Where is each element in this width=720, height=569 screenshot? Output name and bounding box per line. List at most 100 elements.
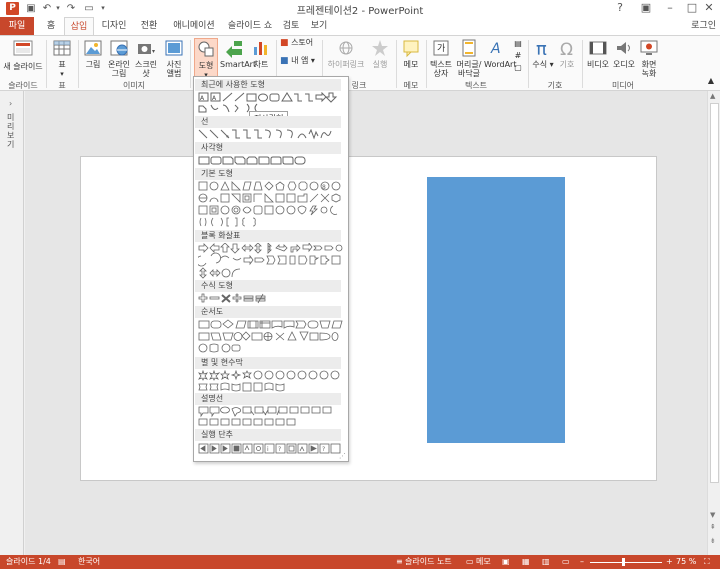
normal-view-icon[interactable]: ▣ (502, 555, 510, 569)
photo-album-label: 사진 앨범 (166, 60, 182, 78)
slide-sorter-icon[interactable]: ▦ (522, 555, 530, 569)
svg-text:?: ? (278, 446, 281, 453)
chart-label: 차트 (253, 60, 269, 69)
comment-label: 메모 (403, 60, 419, 69)
tab-file[interactable]: 파일 (0, 17, 34, 35)
slideshow-icon[interactable]: ▭ (562, 555, 570, 569)
new-slide-button[interactable]: 새 슬라이드 (3, 38, 43, 71)
comment-button[interactable]: 메모 (400, 38, 422, 69)
equation-button[interactable]: π 수식 ▾ (532, 38, 554, 69)
store-button[interactable]: ■ 스토어 (280, 38, 318, 48)
tab-slideshow[interactable]: 슬라이드 쇼 (224, 17, 276, 35)
tab-home[interactable]: 홈 (38, 17, 64, 35)
smartart-button[interactable]: SmartArt (220, 38, 256, 69)
stars-banners-grid[interactable] (198, 370, 344, 392)
screenshot-button[interactable]: ▾ 스크린샷 (134, 38, 158, 78)
basic-shapes-grid[interactable]: 8 (198, 181, 344, 229)
block-arrows-grid[interactable] (198, 243, 344, 279)
equation-shapes-row[interactable] (198, 293, 344, 304)
tab-review[interactable]: 검토 (278, 17, 304, 35)
language-indicator[interactable]: 한국어 (78, 555, 100, 569)
audio-label: 오디오 (612, 60, 636, 69)
table-button[interactable]: 표 ▾ (50, 38, 74, 79)
prev-slide-icon[interactable]: ⇞ (710, 523, 716, 531)
group-label-symbols: 기호 (547, 81, 563, 90)
lines-row[interactable] (198, 129, 344, 140)
collapse-ribbon-icon[interactable]: ▲ (706, 76, 716, 85)
scroll-down-icon[interactable]: ▼ (710, 511, 715, 519)
section-flowchart: 순서도 (195, 306, 341, 318)
tab-insert[interactable]: 삽입 (64, 17, 94, 36)
action-button[interactable]: 실행 (368, 38, 392, 69)
reading-view-icon[interactable]: ▥ (542, 555, 550, 569)
audio-button[interactable]: 오디오 (612, 38, 636, 69)
action-buttons-row[interactable]: i ? ? (198, 443, 344, 454)
recent-shapes-row[interactable]: A A (198, 92, 344, 103)
chart-button[interactable]: 차트 (250, 38, 272, 69)
hyperlink-button[interactable]: 하이퍼링크 (326, 38, 366, 69)
video-button[interactable]: 비디오 (586, 38, 610, 69)
photo-album-button[interactable]: 사진 앨범 (162, 38, 186, 78)
group-label-text: 텍스트 (464, 81, 488, 90)
tab-design[interactable]: 디자인 (96, 17, 132, 35)
callouts-grid[interactable] (198, 406, 344, 428)
zoom-level[interactable]: 75 % (676, 555, 696, 569)
my-apps-button[interactable]: ■ 내 앱 ▾ (280, 56, 318, 66)
online-picture-button[interactable]: 온라인 그림 (106, 38, 132, 78)
group-separator (396, 40, 397, 88)
new-slide-label: 새 슬라이드 (3, 62, 43, 71)
tab-animations[interactable]: 애니메이션 (166, 17, 222, 35)
vertical-scrollbar[interactable]: ▲ ▼ ⇞ ⇟ (707, 91, 720, 555)
zoom-in-icon[interactable]: + (666, 555, 673, 569)
scroll-up-icon[interactable]: ▲ (710, 92, 715, 100)
slide-editor (25, 91, 707, 555)
video-label: 비디오 (586, 60, 610, 69)
gallery-resize-grip[interactable]: ⋰ (339, 452, 346, 460)
my-apps-icon: ■ (280, 56, 289, 66)
expand-pane-icon[interactable]: › (9, 99, 12, 108)
fit-slide-icon[interactable]: ⛶ (704, 555, 710, 569)
wordart-button[interactable]: A WordArt (484, 38, 516, 69)
text-more-button[interactable]: ▤ # ▢ (512, 38, 524, 74)
help-icon[interactable]: ? (606, 0, 634, 17)
rectangles-row[interactable] (198, 155, 344, 166)
slide-number-icon: # (514, 51, 522, 60)
ribbon: 새 슬라이드 슬라이드 표 ▾ 표 그림 온라인 그림 ▾ 스크린샷 사진 앨범 … (0, 35, 720, 91)
section-action-buttons: 실행 단추 (195, 429, 341, 441)
header-footer-icon (462, 39, 476, 57)
notes-toggle[interactable]: 슬라이드 노트 (405, 555, 452, 569)
date-icon: ▤ (514, 39, 522, 48)
speaker-icon (617, 42, 630, 54)
login-link[interactable]: 로그인 (691, 17, 716, 35)
slide-canvas[interactable] (80, 156, 657, 481)
svg-text:▾: ▾ (152, 48, 155, 55)
thumbnail-pane-label[interactable]: 미리보기 (7, 113, 17, 149)
zoom-out-icon[interactable]: – (580, 555, 584, 569)
lines-icons (198, 129, 332, 140)
group-separator (46, 40, 47, 88)
thumbnail-pane: › 미리보기 (0, 91, 24, 555)
close-icon[interactable]: ✕ (698, 0, 720, 17)
zoom-slider[interactable] (590, 555, 662, 569)
screen-recording-label: 화면 녹화 (641, 60, 657, 78)
tab-view[interactable]: 보기 (306, 17, 332, 35)
symbol-button[interactable]: Ω 기호 (556, 38, 578, 69)
scroll-thumb[interactable] (710, 103, 719, 483)
flowchart-grid[interactable] (198, 319, 344, 355)
screen-recording-button[interactable]: 화면 녹화 (638, 38, 660, 78)
picture-button[interactable]: 그림 (82, 38, 104, 69)
textbox-button[interactable]: 가 텍스트 상자 (428, 38, 454, 78)
status-bar: 슬라이드 1/4 ▤ 한국어 ≡ 슬라이드 노트 ▭ 메모 ▣ ▦ ▥ ▭ – … (0, 555, 720, 569)
section-rectangles: 사각형 (195, 142, 341, 154)
shapes-gallery: 최근에 사용한 도형 A A 직사각형 선 (193, 76, 349, 462)
language-icon[interactable]: ▤ (58, 555, 66, 569)
section-recent-shapes: 최근에 사용한 도형 (195, 79, 341, 91)
tab-transitions[interactable]: 전환 (134, 17, 164, 35)
shapes-button[interactable]: 도형 ▾ (194, 38, 218, 79)
comments-icon: ▭ (466, 557, 474, 566)
rectangle-shape[interactable] (427, 177, 565, 443)
table-label: 표 (58, 60, 66, 69)
next-slide-icon[interactable]: ⇟ (710, 537, 716, 545)
header-footer-button[interactable]: 머리글/바닥글 (456, 38, 482, 78)
comments-toggle[interactable]: 메모 (476, 555, 491, 569)
